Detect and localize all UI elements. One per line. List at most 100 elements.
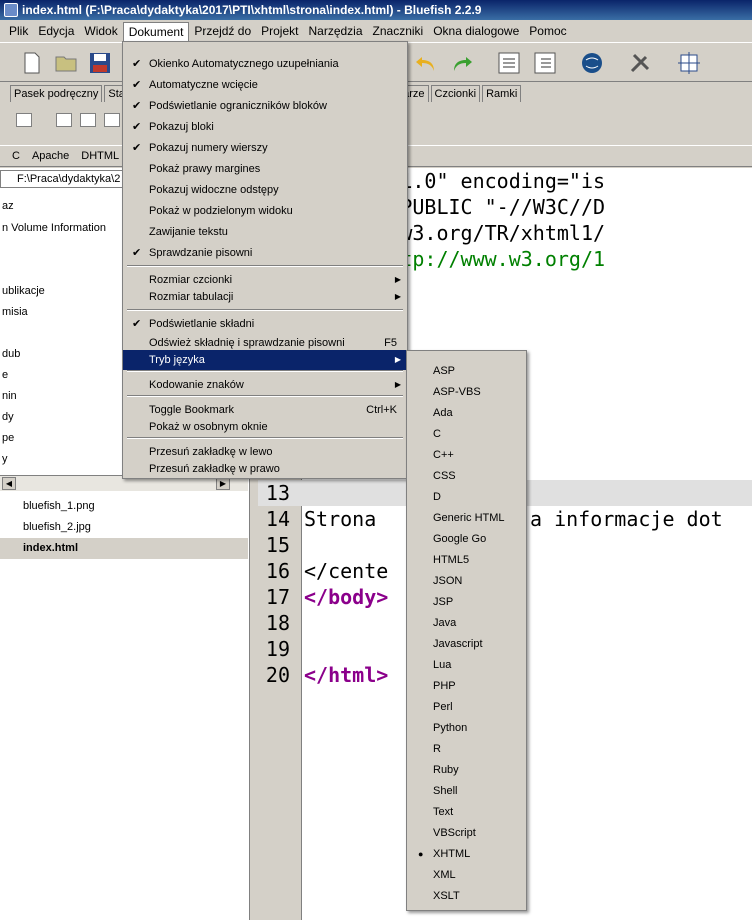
dokument-menu-item[interactable]: ✔ Okienko Automatycznego uzupełniania [123, 54, 407, 74]
language-item[interactable]: PHP [407, 676, 526, 697]
language-item[interactable]: Javascript [407, 634, 526, 655]
indent-icon[interactable] [533, 51, 557, 75]
folder-item[interactable]: misia [2, 306, 28, 318]
quick-button-icon[interactable] [16, 113, 32, 127]
dokument-menu-item[interactable]: ✔ Sprawdzanie pisowni [123, 243, 407, 263]
new-file-icon[interactable] [20, 51, 44, 75]
language-item[interactable]: Google Go [407, 529, 526, 550]
toolbar-tab[interactable]: Pasek podręczny [10, 85, 103, 102]
menu-item-label: Pokaż w podzielonym widoku [149, 205, 293, 217]
file-item[interactable]: bluefish_1.png [0, 496, 248, 517]
language-item[interactable]: ASP-VBS [407, 382, 526, 403]
unindent-icon[interactable] [497, 51, 521, 75]
folder-item[interactable]: az [2, 200, 14, 212]
menu-narzędzia[interactable]: Narzędzia [303, 22, 367, 40]
quick-tag-item[interactable]: DHTML [81, 150, 119, 162]
line-number: 18 [265, 611, 290, 635]
language-item[interactable]: VBScript [407, 823, 526, 844]
menu-znaczniki[interactable]: Znaczniki [368, 22, 429, 40]
language-item[interactable]: HTML5 [407, 550, 526, 571]
menu-pomoc[interactable]: Pomoc [524, 22, 571, 40]
dokument-menu-item[interactable]: Pokaż w osobnym oknie [123, 417, 407, 437]
language-item[interactable]: Shell [407, 781, 526, 802]
menu-przejdź-do[interactable]: Przejdź do [189, 22, 256, 40]
language-item[interactable]: Lua [407, 655, 526, 676]
language-item[interactable]: JSP [407, 592, 526, 613]
language-label: ASP [433, 365, 456, 377]
toolbar-tab[interactable]: Ramki [482, 85, 522, 102]
file-item[interactable]: bluefish_2.jpg [0, 517, 248, 538]
menu-widok[interactable]: Widok [79, 22, 122, 40]
quick-button-icon[interactable] [56, 113, 72, 127]
dokument-menu-item[interactable]: Zawijanie tekstu [123, 222, 407, 242]
dokument-menu-item[interactable]: Przesuń zakładkę w prawo [123, 459, 407, 479]
menu-okna-dialogowe[interactable]: Okna dialogowe [428, 22, 524, 40]
language-item[interactable]: XML [407, 865, 526, 886]
language-label: D [433, 491, 441, 503]
language-item[interactable]: C++ [407, 445, 526, 466]
dokument-menu-item[interactable]: Pokazuj widoczne odstępy [123, 180, 407, 200]
folder-item[interactable]: ublikacje [2, 285, 45, 297]
menu-item-label: Zawijanie tekstu [149, 226, 228, 238]
language-item[interactable]: Ada [407, 403, 526, 424]
language-item[interactable]: C [407, 424, 526, 445]
folder-item[interactable]: nin [2, 390, 17, 402]
folder-item[interactable]: dy [2, 411, 14, 423]
app-icon [4, 3, 18, 17]
menu-plik[interactable]: Plik [4, 22, 33, 40]
dokument-menu-item[interactable]: ✔ Automatyczne wcięcie [123, 75, 407, 95]
language-item[interactable]: JSON [407, 571, 526, 592]
language-item[interactable]: XSLT [407, 886, 526, 907]
dokument-menu-item[interactable]: Pokaż w podzielonym widoku [123, 201, 407, 221]
quick-tag-item[interactable]: Apache [32, 150, 69, 162]
save-icon[interactable] [88, 51, 112, 75]
language-item[interactable]: Perl [407, 697, 526, 718]
language-item[interactable]: Python [407, 718, 526, 739]
language-item[interactable]: ● XHTML [407, 844, 526, 865]
menu-item-label: Pokazuj widoczne odstępy [149, 184, 279, 196]
folder-item[interactable]: n Volume Information [2, 222, 106, 234]
dokument-menu-item[interactable]: Rozmiar tabulacji ▶ [123, 287, 407, 307]
dokument-menu-item[interactable]: Pokaż prawy margines [123, 159, 407, 179]
scroll-left-icon[interactable]: ◀ [2, 477, 16, 490]
code-tag: </html> [304, 663, 389, 687]
menu-dokument[interactable]: Dokument [122, 21, 190, 41]
fullscreen-icon[interactable] [677, 51, 701, 75]
dokument-menu-item[interactable]: ✔ Podświetlanie składni [123, 314, 407, 334]
quick-button-icon[interactable] [80, 113, 96, 127]
language-item[interactable]: Generic HTML [407, 508, 526, 529]
check-icon: ✔ [132, 100, 142, 112]
folder-item[interactable]: pe [2, 432, 14, 444]
toolbar-tab[interactable]: Czcionki [430, 85, 481, 102]
dokument-menu-item[interactable]: ✔ Pokazuj bloki [123, 117, 407, 137]
dokument-menu-item[interactable]: ✔ Pokazuj numery wierszy [123, 138, 407, 158]
language-item[interactable]: Ruby [407, 760, 526, 781]
folder-item[interactable]: y [2, 453, 8, 465]
menu-projekt[interactable]: Projekt [256, 22, 303, 40]
language-item[interactable]: Text [407, 802, 526, 823]
dokument-menu-item[interactable]: ✔ Podświetlanie ograniczników bloków [123, 96, 407, 116]
language-item[interactable]: ASP [407, 361, 526, 382]
menu-item-label: Kodowanie znaków [149, 379, 244, 391]
language-item[interactable]: R [407, 739, 526, 760]
dokument-menu: ✔ Okienko Automatycznego uzupełniania ✔ Aut… [122, 41, 408, 479]
tools-icon[interactable] [628, 51, 652, 75]
code-text: Strona [304, 506, 388, 532]
language-label: Perl [433, 701, 453, 713]
globe-icon[interactable] [580, 51, 604, 75]
language-item[interactable]: CSS [407, 466, 526, 487]
file-item[interactable]: index.html [0, 538, 248, 559]
open-folder-icon[interactable] [54, 51, 78, 75]
folder-item[interactable]: dub [2, 348, 20, 360]
dokument-menu-item[interactable]: Kodowanie znaków ▶ [123, 375, 407, 395]
folder-item[interactable]: e [2, 369, 8, 381]
undo-icon[interactable] [414, 51, 438, 75]
dokument-menu-item[interactable]: Tryb języka ▶ [123, 350, 407, 370]
language-item[interactable]: Java [407, 613, 526, 634]
quick-button-icon[interactable] [104, 113, 120, 127]
redo-icon[interactable] [450, 51, 474, 75]
menu-edycja[interactable]: Edycja [33, 22, 79, 40]
quick-tag-item[interactable]: C [12, 150, 20, 162]
code-line-tail: a informacje dot [530, 507, 723, 531]
language-item[interactable]: D [407, 487, 526, 508]
